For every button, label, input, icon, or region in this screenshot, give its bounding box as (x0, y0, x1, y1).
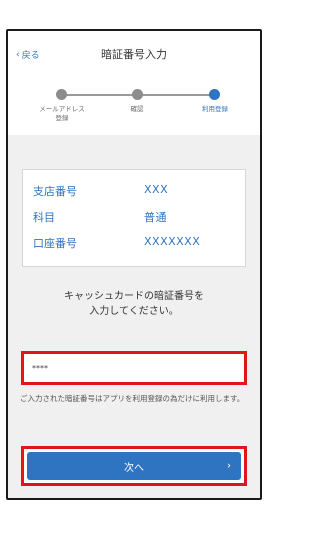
step-label-2: 確認 (130, 105, 144, 113)
step-connector (62, 94, 138, 96)
phone-screen: ‹ 戻る 暗証番号入力 メールアドレス 登録 確認 利用登録 支店番号 XXX … (6, 29, 262, 500)
instruction-line-1: キャッシュカードの暗証番号を (64, 291, 204, 302)
step-connector (138, 94, 215, 96)
pin-input-highlight (21, 351, 247, 385)
main-content: 支店番号 XXX 科目 普通 口座番号 XXXXXXX キャッシュカードの暗証番… (8, 135, 260, 498)
account-type-label: 科目 (33, 211, 55, 224)
chevron-right-icon: › (227, 460, 231, 472)
account-number-value: XXXXXXX (144, 235, 201, 248)
branch-number-value: XXX (144, 183, 169, 196)
pin-input[interactable] (26, 356, 242, 380)
step-dot-2 (132, 89, 143, 100)
pin-instruction: キャッシュカードの暗証番号を 入力してください。 (8, 289, 260, 319)
step-label-1: メールアドレス 登録 (39, 105, 85, 122)
step-dot-1 (56, 89, 67, 100)
next-button-label: 次へ (124, 462, 144, 474)
pin-usage-note: ご入力された暗証番号はアプリを利用登録の為だけに利用します。 (20, 394, 245, 403)
account-info-card: 支店番号 XXX 科目 普通 口座番号 XXXXXXX (22, 169, 246, 267)
next-button[interactable]: 次へ › (27, 452, 241, 480)
page-title: 暗証番号入力 (101, 48, 167, 61)
step-dot-3-active (209, 89, 220, 100)
instruction-line-2: 入力してください。 (89, 306, 179, 317)
branch-number-label: 支店番号 (33, 185, 77, 198)
account-type-value: 普通 (144, 211, 167, 224)
account-number-label: 口座番号 (33, 237, 77, 250)
next-button-highlight: 次へ › (21, 446, 247, 486)
progress-stepper: メールアドレス 登録 確認 利用登録 (8, 75, 260, 135)
header: ‹ 戻る 暗証番号入力 (8, 31, 260, 76)
step-label-3: 利用登録 (202, 105, 228, 113)
